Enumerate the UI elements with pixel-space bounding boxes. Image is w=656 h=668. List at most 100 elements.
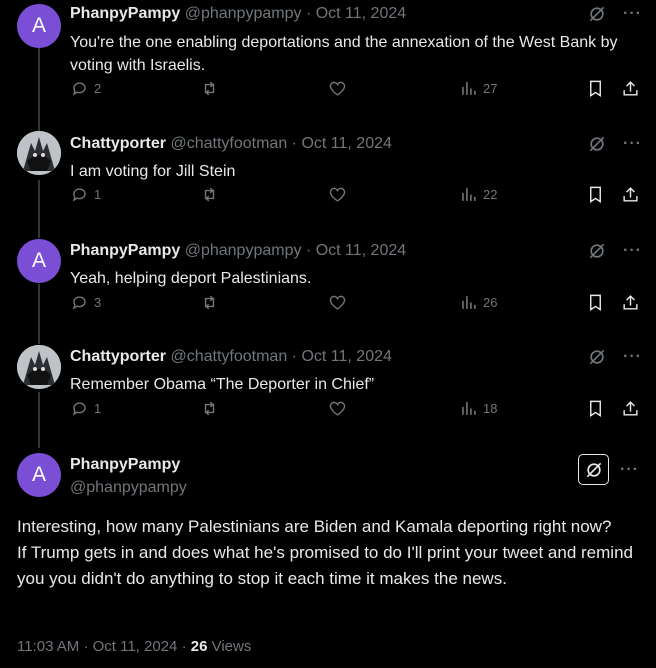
like-button[interactable] — [328, 293, 347, 312]
grok-icon[interactable] — [587, 241, 607, 261]
share-icon — [623, 80, 638, 96]
bookmark-icon — [590, 186, 601, 203]
reply-icon — [72, 187, 86, 202]
author-handle[interactable]: @phanpypampy — [185, 5, 302, 22]
reply-tweet[interactable]: A PhanpyPampy @phanpypampy · Oct 11, 202… — [0, 232, 656, 339]
like-icon — [329, 81, 346, 96]
tweet-time[interactable]: 11:03 AM — [17, 638, 79, 655]
tweet-header: Chattyporter @chattyfootman · Oct 11, 20… — [70, 135, 392, 153]
grok-icon[interactable] — [587, 4, 607, 24]
reply-count: 1 — [94, 400, 102, 416]
author-name[interactable]: PhanpyPampy — [70, 456, 180, 474]
separator: · — [83, 638, 89, 655]
bookmark-icon — [590, 294, 601, 311]
repost-button[interactable] — [200, 293, 219, 312]
author-handle[interactable]: @phanpypampy — [185, 242, 302, 259]
share-button[interactable] — [621, 293, 640, 312]
thread-line — [38, 284, 40, 336]
avatar-image — [17, 345, 61, 389]
tweet-date[interactable]: Oct 11, 2024 — [316, 5, 406, 22]
author-handle[interactable]: @phanpypampy — [70, 479, 187, 497]
like-button[interactable] — [328, 79, 347, 98]
views-count: 26 — [483, 294, 498, 310]
author-name[interactable]: PhanpyPampy — [70, 5, 180, 22]
more-icon[interactable]: ··· — [623, 241, 642, 261]
tweet-top-actions: ··· — [587, 347, 642, 367]
reply-tweet[interactable]: Chattyporter @chattyfootman · Oct 11, 20… — [0, 107, 656, 232]
more-icon[interactable]: ··· — [620, 460, 639, 480]
views-count: 22 — [483, 186, 498, 202]
like-icon — [329, 295, 346, 310]
avatar[interactable]: A — [17, 4, 61, 48]
views-icon — [462, 401, 476, 415]
tweet-body-line: Interesting, how many Palestinians are B… — [17, 517, 612, 536]
like-icon — [329, 187, 346, 202]
reply-button[interactable]: 1 — [70, 185, 101, 204]
avatar[interactable]: A — [17, 453, 61, 497]
thread-line — [38, 392, 40, 448]
tweet-body-line: If Trump gets in and does what he's prom… — [17, 543, 633, 588]
main-tweet: A PhanpyPampy @phanpypampy ··· Interesti… — [0, 448, 656, 668]
grok-icon[interactable] — [587, 347, 607, 367]
thread-line — [38, 336, 40, 344]
like-button[interactable] — [328, 399, 347, 418]
grok-icon[interactable] — [587, 134, 607, 154]
repost-button[interactable] — [200, 79, 219, 98]
views-count: 18 — [483, 400, 498, 416]
views-icon — [462, 295, 476, 309]
more-icon[interactable]: ··· — [623, 4, 642, 24]
author-name[interactable]: Chattyporter — [70, 135, 166, 152]
repost-icon — [204, 187, 215, 201]
thread-line — [38, 232, 40, 238]
avatar[interactable] — [17, 345, 61, 389]
views-button[interactable]: 27 — [459, 79, 497, 98]
repost-icon — [204, 295, 215, 309]
repost-icon — [204, 401, 215, 415]
more-icon[interactable]: ··· — [623, 347, 642, 367]
tweet-text: You're the one enabling deportations and… — [70, 34, 618, 74]
reply-button[interactable]: 3 — [70, 293, 101, 312]
tweet-header: PhanpyPampy @phanpypampy · Oct 11, 2024 — [70, 5, 406, 23]
separator: · — [181, 638, 187, 655]
separator: · — [291, 348, 297, 365]
avatar[interactable]: A — [17, 239, 61, 283]
tweet-date[interactable]: Oct 11, 2024 — [316, 242, 406, 259]
avatar[interactable] — [17, 131, 61, 175]
grok-icon — [586, 462, 601, 477]
reply-tweet[interactable]: A PhanpyPampy @phanpypampy · Oct 11, 202… — [0, 0, 656, 110]
reply-icon — [72, 81, 86, 96]
author-handle[interactable]: @chattyfootman — [170, 348, 287, 365]
grok-button[interactable] — [578, 454, 609, 485]
tweet-date[interactable]: Oct 11, 2024 — [301, 348, 391, 365]
bookmark-button[interactable] — [586, 293, 605, 312]
views-label: Views — [211, 638, 252, 655]
repost-button[interactable] — [200, 185, 219, 204]
more-icon[interactable]: ··· — [623, 134, 642, 154]
reply-count: 3 — [94, 294, 102, 310]
tweet-footer: 11:03 AM · Oct 11, 2024 · 26 Views — [17, 638, 251, 655]
author-handle[interactable]: @chattyfootman — [170, 135, 287, 152]
views-count: 27 — [483, 80, 498, 96]
views-button[interactable]: 26 — [459, 293, 497, 312]
thread-line — [38, 48, 40, 110]
views-button[interactable]: 22 — [459, 185, 497, 204]
share-button[interactable] — [621, 399, 640, 418]
author-name[interactable]: Chattyporter — [70, 348, 166, 365]
separator: · — [291, 135, 297, 152]
views-button[interactable]: 18 — [459, 399, 497, 418]
reply-button[interactable]: 1 — [70, 399, 101, 418]
share-button[interactable] — [621, 185, 640, 204]
reply-icon — [72, 295, 86, 310]
author-name[interactable]: PhanpyPampy — [70, 242, 180, 259]
reply-button[interactable]: 2 — [70, 79, 101, 98]
repost-icon — [204, 81, 215, 95]
bookmark-button[interactable] — [586, 185, 605, 204]
repost-button[interactable] — [200, 399, 219, 418]
share-button[interactable] — [621, 79, 640, 98]
tweet-date[interactable]: Oct 11, 2024 — [301, 135, 391, 152]
bookmark-button[interactable] — [586, 79, 605, 98]
tweet-date[interactable]: Oct 11, 2024 — [93, 638, 178, 655]
bookmark-button[interactable] — [586, 399, 605, 418]
like-button[interactable] — [328, 185, 347, 204]
reply-tweet[interactable]: Chattyporter @chattyfootman · Oct 11, 20… — [0, 336, 656, 448]
